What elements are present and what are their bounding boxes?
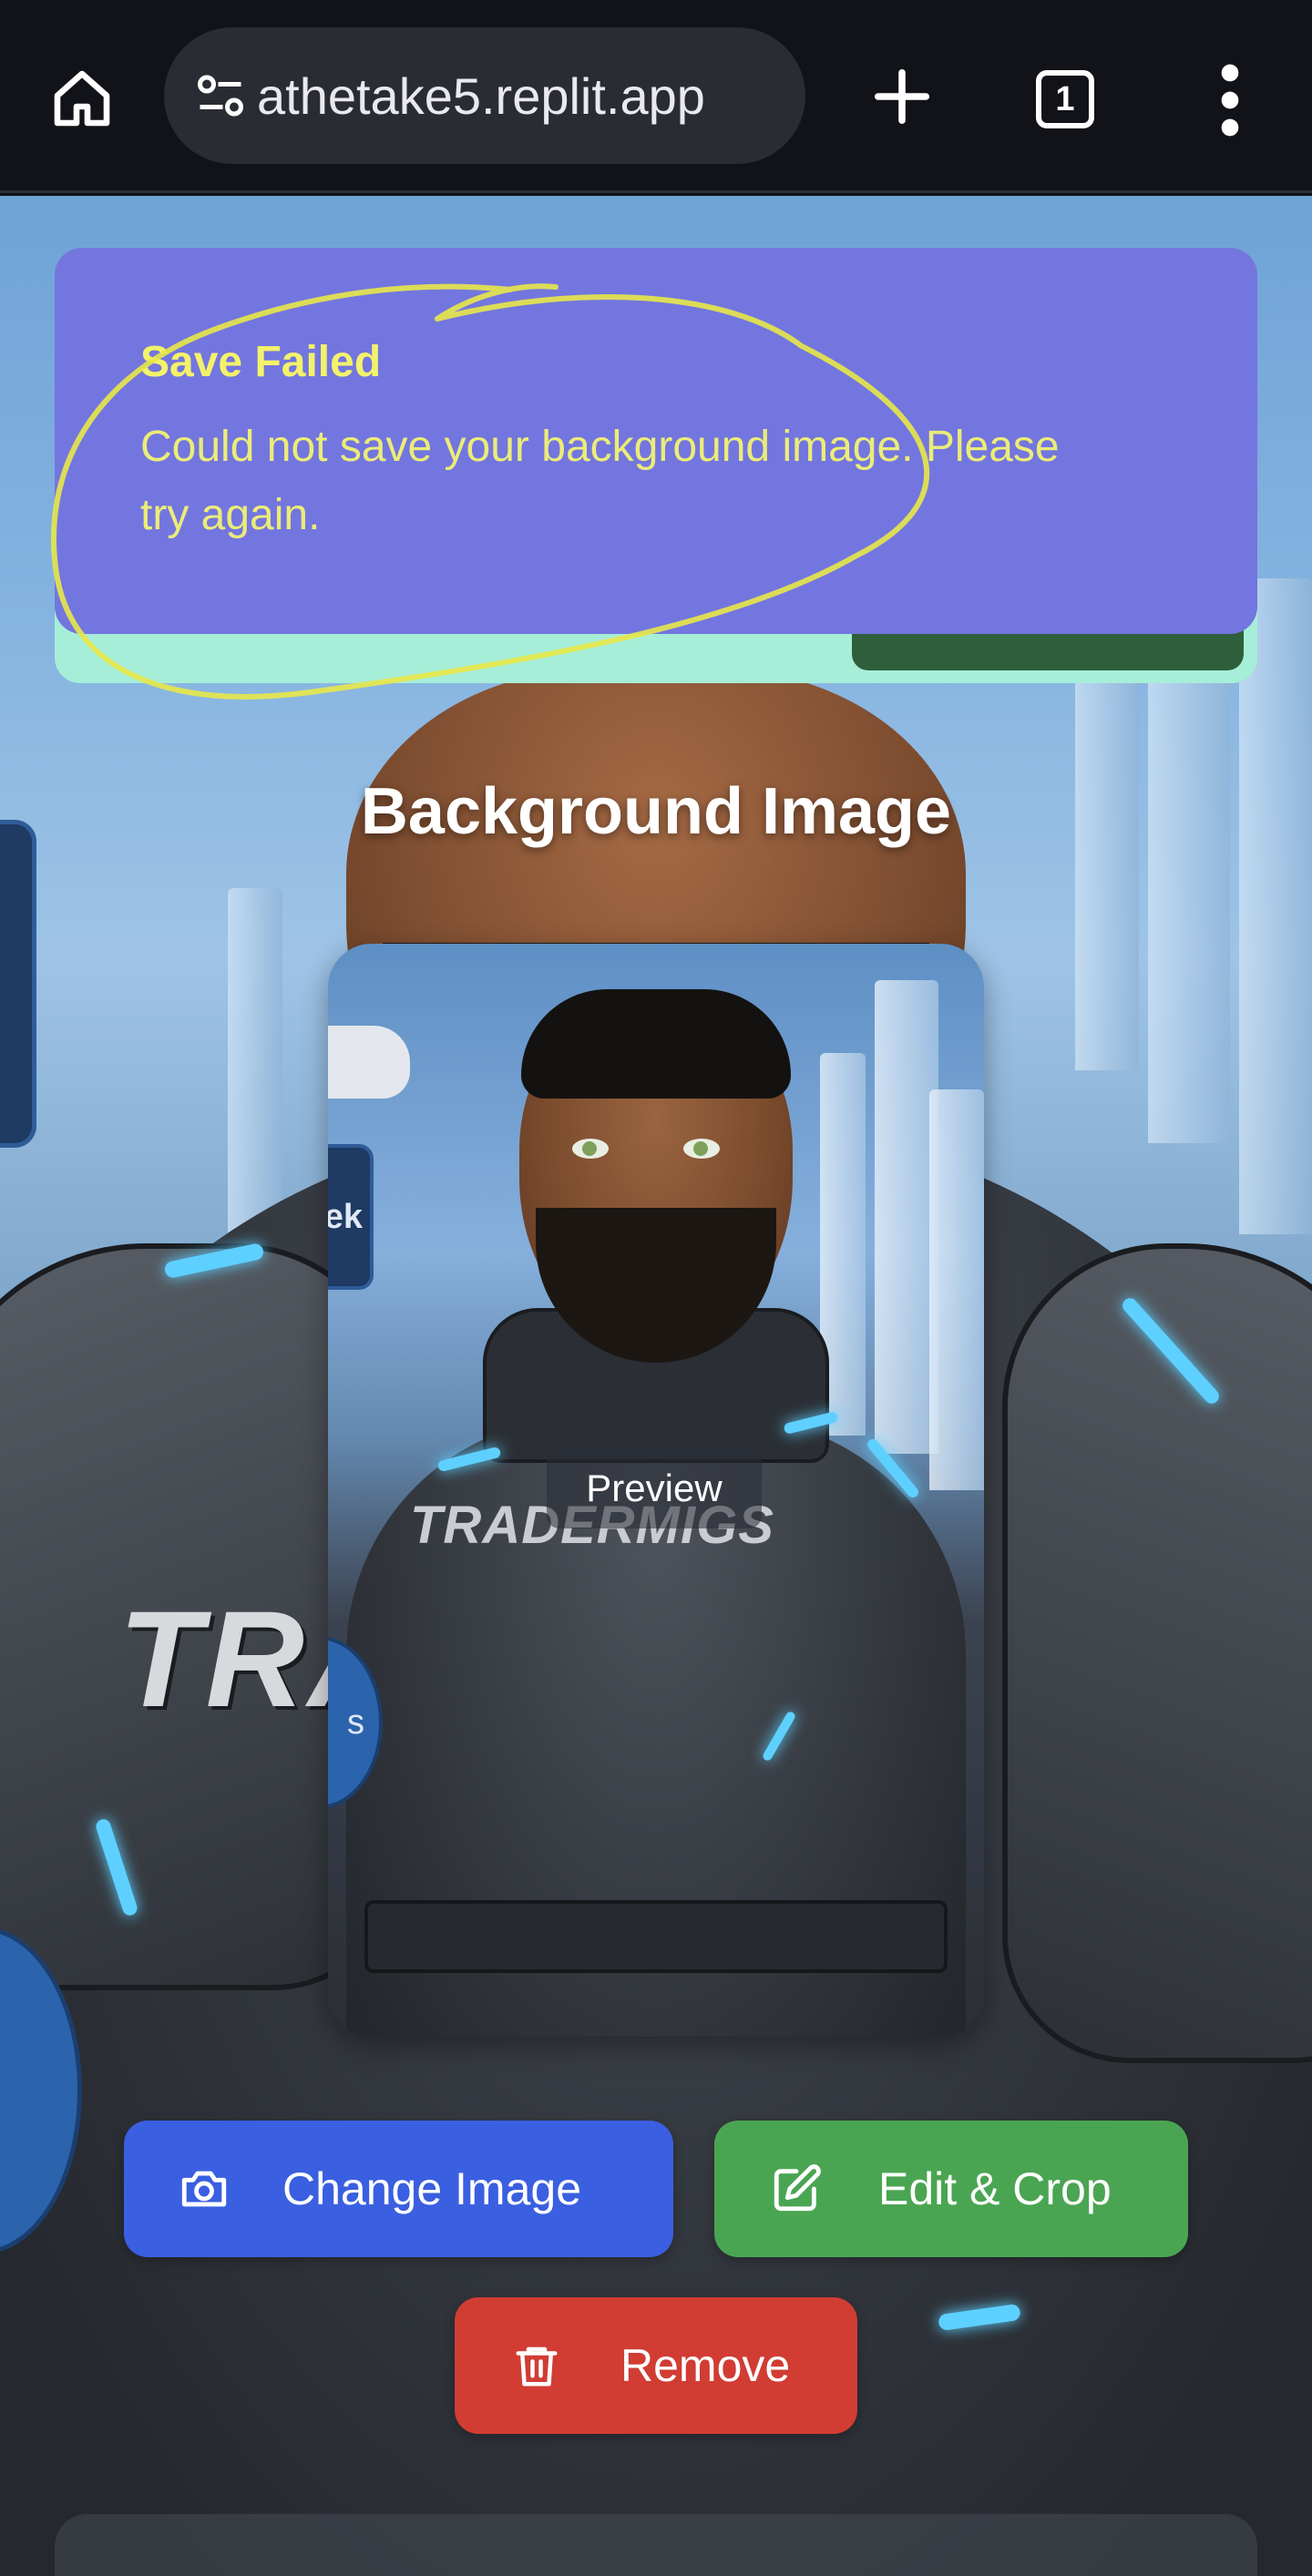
toast-title: Save Failed [140, 338, 382, 386]
address-bar[interactable]: athetake5.replit.app [164, 27, 805, 164]
camera-icon [177, 2162, 231, 2216]
armor-belt [364, 1900, 948, 1973]
edit-icon [769, 2162, 824, 2216]
change-image-label: Change Image [282, 2163, 582, 2214]
preview-label-text: Preview [586, 1467, 723, 1509]
remove-button[interactable]: Remove [455, 2297, 857, 2434]
home-button[interactable] [36, 58, 128, 138]
new-tab-icon [874, 68, 930, 125]
remove-label: Remove [620, 2340, 791, 2391]
browser-toolbar: athetake5.replit.app 1 [0, 0, 1312, 193]
bottom-panel [55, 2514, 1257, 2576]
armor-shoulder [1002, 1243, 1312, 2063]
character-hair [521, 989, 791, 1099]
error-toast[interactable]: Save Failed Could not save your backgrou… [55, 248, 1257, 634]
home-icon [54, 70, 110, 127]
section-title: Background Image [360, 775, 952, 848]
preview-label: Preview [547, 1448, 762, 1528]
city-tower [1239, 578, 1312, 1234]
new-tab-button[interactable] [856, 51, 948, 142]
character-eye [572, 1139, 609, 1159]
site-settings-icon[interactable] [191, 66, 250, 125]
tab-switcher-button[interactable]: 1 [1030, 64, 1101, 135]
character-eye [683, 1139, 720, 1159]
toast-message: Could not save your background image. Pl… [140, 423, 1060, 539]
tab-switcher-icon: 1 [1036, 70, 1094, 128]
edit-crop-button[interactable]: Edit & Crop [714, 2121, 1188, 2257]
background-ui-chip [0, 820, 36, 1148]
trash-icon [509, 2338, 564, 2393]
more-menu-icon [1221, 64, 1239, 137]
more-menu-button[interactable] [1194, 55, 1266, 146]
change-image-button[interactable]: Change Image [124, 2121, 673, 2257]
background-ui-chip: ek [328, 1144, 374, 1290]
flying-car [328, 1026, 410, 1099]
edit-crop-label: Edit & Crop [878, 2163, 1112, 2214]
tab-count: 1 [1055, 79, 1075, 118]
url-text[interactable]: athetake5.replit.app [257, 66, 705, 126]
city-tower [929, 1089, 984, 1490]
